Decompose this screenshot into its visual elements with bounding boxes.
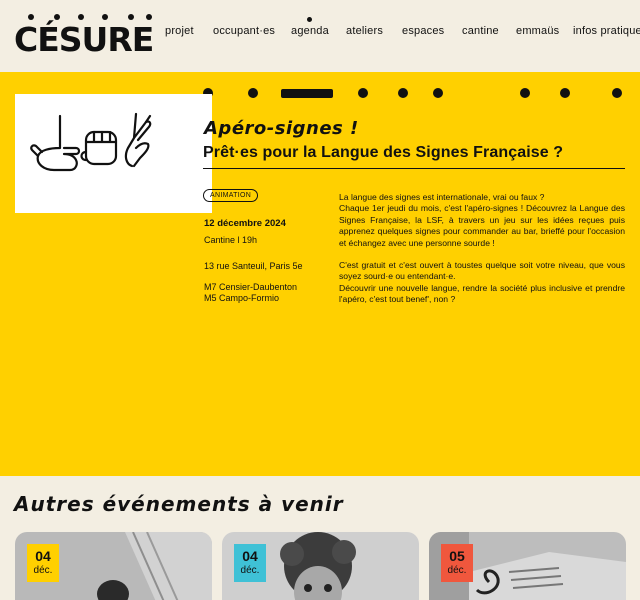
date-badge-month: déc. — [33, 565, 53, 576]
date-badge-day: 04 — [35, 548, 51, 564]
event-card[interactable]: 04 déc. — [222, 532, 419, 600]
nav-item-agenda[interactable]: agenda — [291, 25, 329, 37]
description-paragraph: Découvrir une nouvelle langue, rendre la… — [339, 282, 625, 305]
description-paragraph: Chaque 1er jeudi du mois, c'est l'apéro-… — [339, 203, 625, 248]
nav-item-cantine[interactable]: cantine — [462, 25, 499, 37]
nav-item-occupants[interactable]: occupant·es — [213, 25, 275, 37]
event-title: Apéro-signes ! — [204, 118, 359, 139]
date-badge-day: 05 — [449, 548, 465, 564]
upcoming-events-title: Autres événements à venir — [14, 492, 344, 516]
event-subtitle: Prêt·es pour la Langue des Signes França… — [203, 144, 564, 161]
event-image — [15, 94, 212, 213]
title-divider — [203, 168, 625, 169]
date-badge-month: déc. — [447, 565, 467, 576]
date-badge: 04 déc. — [27, 544, 59, 582]
main-nav: projet occupant·es agenda ateliers espac… — [165, 25, 640, 41]
nav-item-emmaus[interactable]: emmaüs — [516, 25, 559, 37]
event-date: 12 décembre 2024 — [204, 218, 286, 229]
nav-item-infos-pratiques[interactable]: infos pratiques — [573, 25, 640, 37]
description-paragraph: C'est gratuit et c'est ouvert à toustes … — [339, 260, 625, 282]
site-logo[interactable]: CÉSURE — [14, 22, 154, 58]
active-nav-indicator — [307, 17, 312, 22]
site-header: CÉSURE projet occupant·es agenda atelier… — [0, 0, 640, 72]
event-card[interactable]: 04 déc. — [15, 532, 212, 600]
date-badge: 04 déc. — [234, 544, 266, 582]
date-badge-month: déc. — [240, 565, 260, 576]
event-description: La langue des signes est internationale,… — [339, 192, 625, 306]
event-address: 13 rue Santeuil, Paris 5e — [204, 261, 303, 271]
event-time: Cantine l 19h — [204, 235, 258, 245]
metro-line: M5 Campo-Formio — [204, 293, 280, 303]
sign-language-hands-icon — [30, 112, 152, 172]
event-card[interactable]: 05 déc. — [429, 532, 626, 600]
metro-line: M7 Censier-Daubenton — [204, 282, 298, 292]
date-badge: 05 déc. — [441, 544, 473, 582]
date-badge-day: 04 — [242, 548, 258, 564]
description-paragraph: La langue des signes est internationale,… — [339, 192, 545, 202]
event-category-badge: ANIMATION — [203, 189, 259, 202]
nav-item-ateliers[interactable]: ateliers — [346, 25, 383, 37]
nav-item-espaces[interactable]: espaces — [402, 25, 444, 37]
nav-item-projet[interactable]: projet — [165, 25, 194, 37]
event-hero: Apéro-signes ! Prêt·es pour la Langue de… — [0, 72, 640, 476]
